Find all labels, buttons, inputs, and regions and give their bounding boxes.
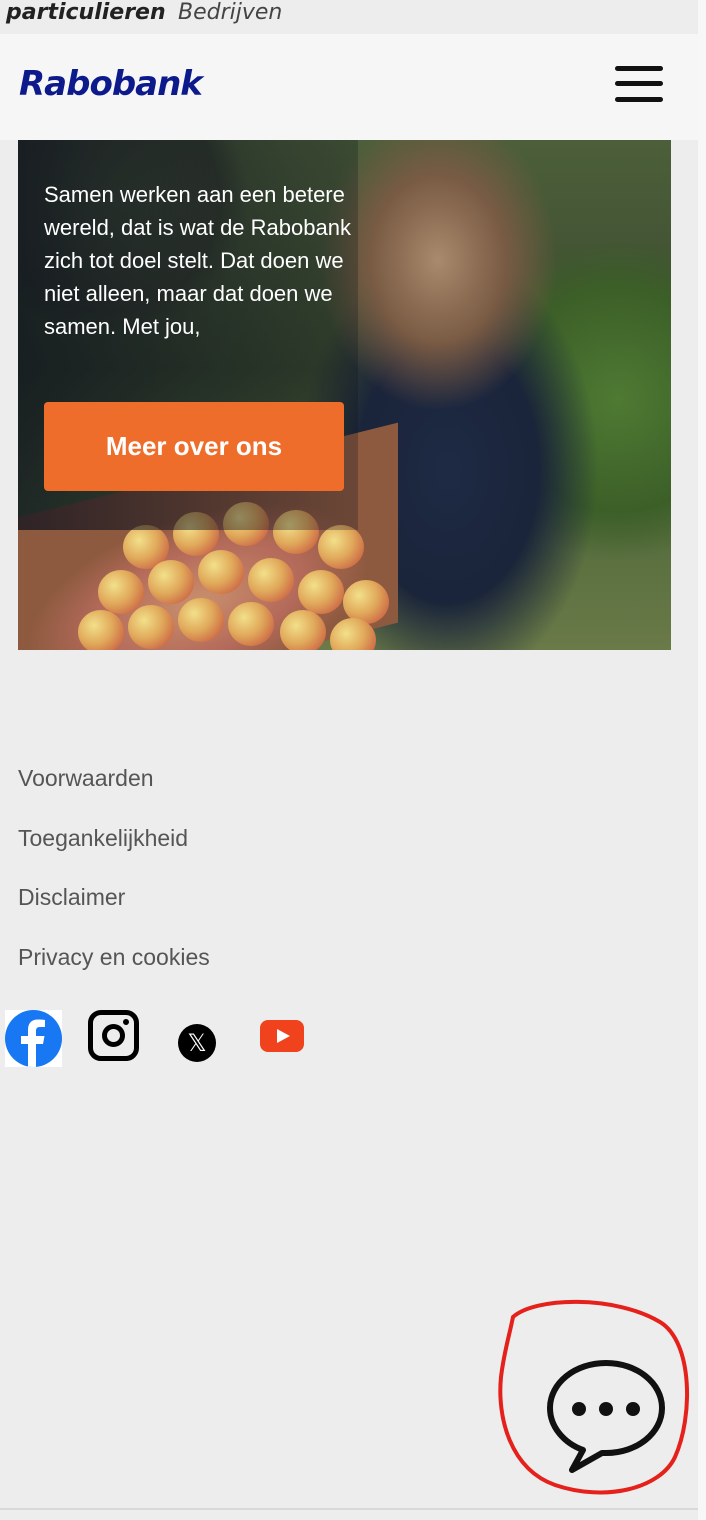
hero-banner: Samen werken aan een betere wereld, dat … (18, 140, 671, 650)
page-edge (698, 0, 706, 1520)
footer-link-privacy[interactable]: Privacy en cookies (18, 939, 418, 999)
instagram-icon[interactable] (88, 1010, 139, 1061)
hero-description: Samen werken aan een betere wereld, dat … (44, 182, 351, 339)
bottom-divider (0, 1508, 698, 1510)
chat-bubble-icon[interactable] (545, 1357, 667, 1475)
segment-switcher: particulieren Bedrijven (0, 0, 698, 34)
meer-over-ons-button[interactable]: Meer over ons (44, 402, 344, 491)
footer-link-toegankelijkheid[interactable]: Toegankelijkheid (18, 820, 418, 880)
site-header: Rabobank (0, 34, 698, 140)
footer-link-voorwaarden[interactable]: Voorwaarden (18, 760, 418, 820)
rabobank-logo[interactable]: Rabobank (19, 64, 203, 104)
segment-tab-particulieren[interactable]: particulieren (6, 0, 166, 26)
facebook-icon[interactable] (5, 1010, 62, 1067)
footer-links: Voorwaarden Toegankelijkheid Disclaimer … (18, 760, 418, 998)
footer-link-disclaimer[interactable]: Disclaimer (18, 879, 418, 939)
segment-tab-bedrijven[interactable]: Bedrijven (178, 0, 282, 26)
youtube-icon[interactable] (260, 1020, 304, 1052)
hamburger-menu-icon[interactable] (612, 64, 666, 106)
x-icon[interactable]: 𝕏 (178, 1024, 216, 1062)
